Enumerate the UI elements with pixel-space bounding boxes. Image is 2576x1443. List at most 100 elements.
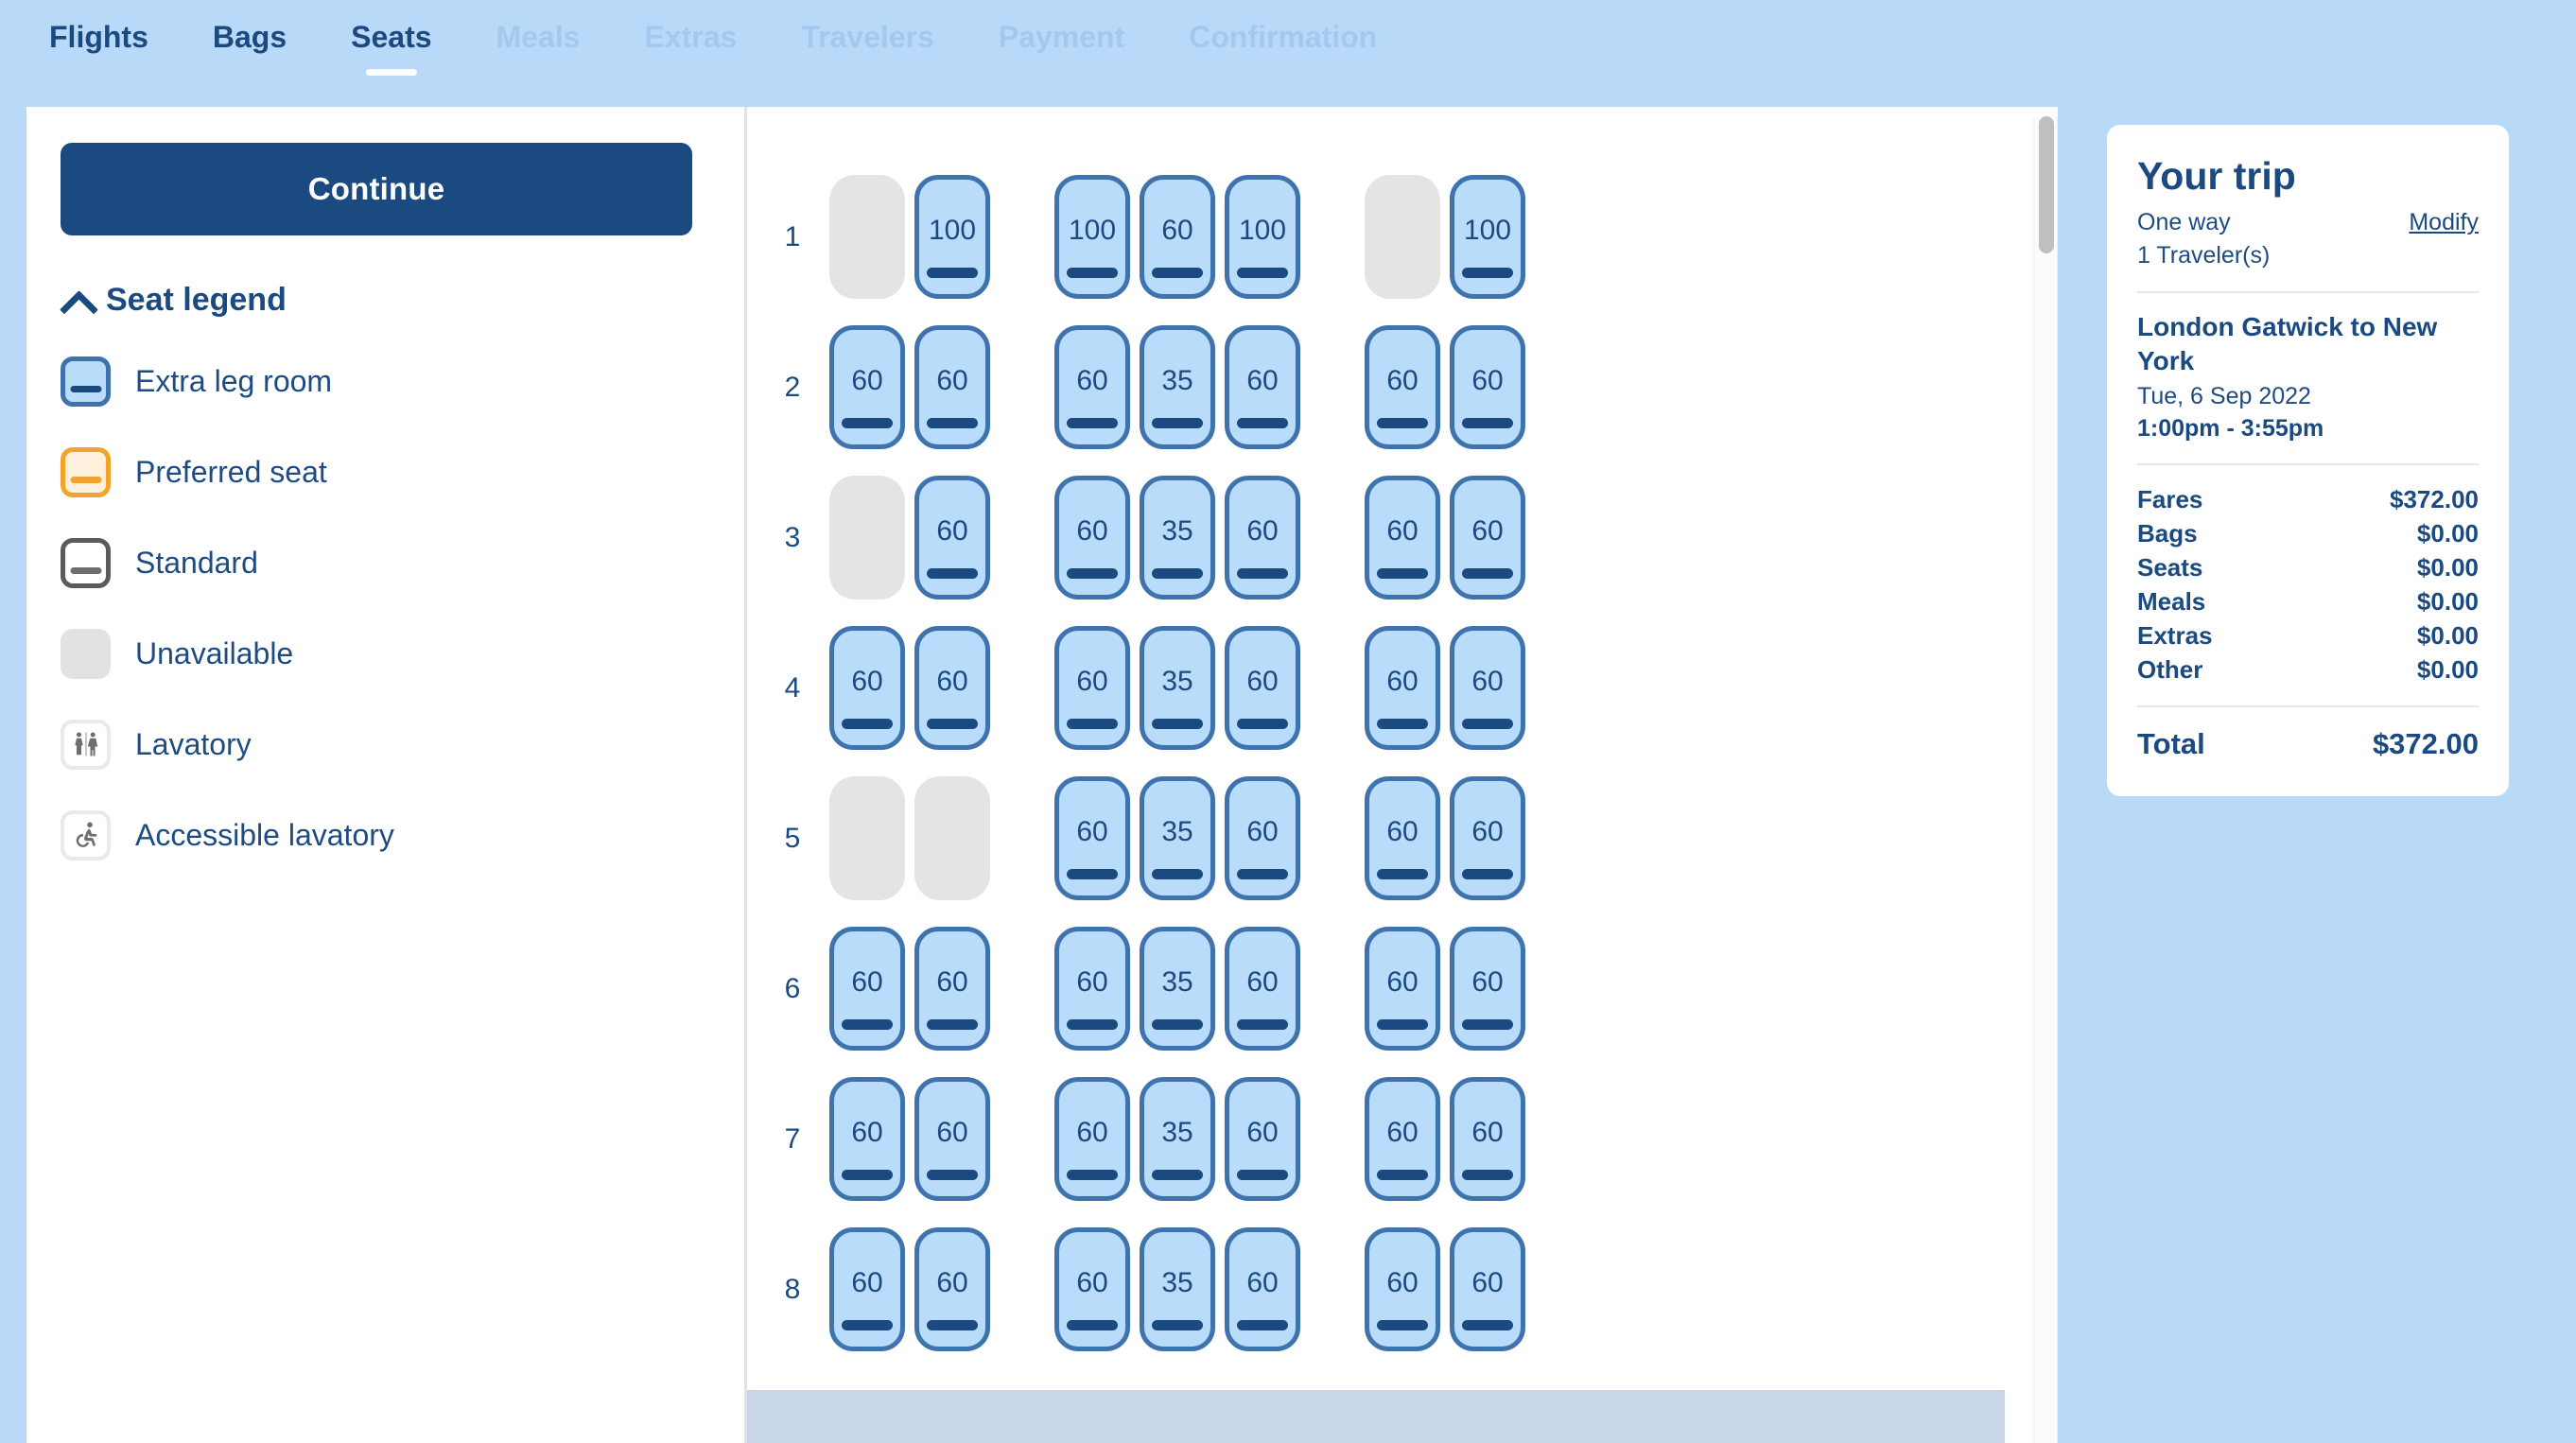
trip-travelers: 1 Traveler(s) — [2137, 242, 2271, 269]
seat-cushion-icon — [927, 1320, 978, 1330]
seat[interactable]: 100 — [1450, 175, 1525, 299]
nav-tab-seats[interactable]: Seats — [319, 17, 463, 81]
seat[interactable]: 100 — [914, 175, 990, 299]
seat-cushion-icon — [1377, 719, 1428, 729]
seat[interactable]: 60 — [1450, 1077, 1525, 1201]
seat[interactable]: 60 — [829, 325, 905, 449]
seatmap-vertical-scrollbar[interactable] — [2033, 116, 2058, 1443]
nav-tab-bags[interactable]: Bags — [181, 17, 319, 81]
seat[interactable]: 60 — [1225, 325, 1300, 449]
seat[interactable]: 35 — [1140, 776, 1215, 900]
seat-legend-toggle[interactable]: Seat legend — [61, 277, 708, 322]
seat[interactable]: 60 — [1365, 1227, 1440, 1351]
seat[interactable]: 60 — [1225, 1077, 1300, 1201]
seat[interactable]: 60 — [914, 1077, 990, 1201]
seat[interactable]: 60 — [1054, 776, 1130, 900]
nav-tab-label: Travelers — [801, 20, 934, 54]
seat[interactable]: 60 — [1225, 626, 1300, 750]
seat-legend-list: Extra leg room Preferred seat Standard Unav… — [61, 336, 708, 880]
seat-cushion-icon — [842, 1170, 893, 1180]
seat[interactable]: 35 — [1140, 927, 1215, 1051]
seat[interactable]: 60 — [1450, 1227, 1525, 1351]
seat-cushion-icon — [1067, 719, 1118, 729]
seat-group-left: 60 — [825, 476, 995, 600]
nav-tab-payment[interactable]: Payment — [966, 17, 1157, 81]
seat-price-label: 60 — [936, 965, 968, 998]
seat[interactable]: 60 — [1450, 776, 1525, 900]
price-label: Meals — [2137, 587, 2206, 616]
seat[interactable]: 60 — [1450, 325, 1525, 449]
seat[interactable]: 60 — [1225, 1227, 1300, 1351]
seat[interactable]: 60 — [1365, 325, 1440, 449]
seat-cushion-icon — [1067, 869, 1118, 879]
seat[interactable]: 60 — [829, 1077, 905, 1201]
price-value: $0.00 — [2416, 621, 2479, 650]
seat[interactable]: 60 — [1054, 1077, 1130, 1201]
seat[interactable]: 60 — [829, 1227, 905, 1351]
seat[interactable]: 60 — [829, 927, 905, 1051]
seat[interactable]: 60 — [829, 626, 905, 750]
seat[interactable]: 60 — [1225, 927, 1300, 1051]
seat-row: 5 60 35 60 60 60 — [747, 763, 2005, 913]
trip-summary-card: Your trip One way Modify 1 Traveler(s) L… — [2107, 125, 2509, 796]
seat-cushion-icon — [1377, 568, 1428, 579]
seat[interactable]: 60 — [914, 626, 990, 750]
seat-group-right: 60 60 — [1360, 1077, 1530, 1201]
seat-price-label: 60 — [1246, 815, 1279, 847]
seat[interactable]: 35 — [1140, 626, 1215, 750]
seat[interactable]: 60 — [1450, 476, 1525, 600]
seat[interactable]: 35 — [1140, 476, 1215, 600]
continue-button[interactable]: Continue — [61, 143, 692, 235]
seat[interactable]: 60 — [1054, 1227, 1130, 1351]
seat[interactable]: 35 — [1140, 1227, 1215, 1351]
seat[interactable]: 60 — [1054, 476, 1130, 600]
seat[interactable]: 60 — [1054, 325, 1130, 449]
seat[interactable]: 35 — [1140, 325, 1215, 449]
seat[interactable]: 60 — [1450, 626, 1525, 750]
seat[interactable]: 60 — [1365, 1077, 1440, 1201]
seat[interactable]: 60 — [1140, 175, 1215, 299]
modify-trip-link[interactable]: Modify — [2409, 206, 2479, 239]
seat[interactable]: 60 — [1225, 476, 1300, 600]
seat-price-label: 60 — [936, 514, 968, 547]
seat-group-middle: 60 35 60 — [1050, 776, 1305, 900]
seat-cushion-icon — [70, 566, 101, 574]
nav-tab-confirmation[interactable]: Confirmation — [1157, 17, 1409, 81]
seat[interactable]: 100 — [1225, 175, 1300, 299]
nav-tab-flights[interactable]: Flights — [17, 17, 181, 81]
seat-cushion-icon — [1152, 568, 1203, 579]
total-label: Total — [2137, 727, 2205, 760]
seat-row: 7 60 60 60 35 60 60 60 — [747, 1064, 2005, 1214]
seat-unavailable — [829, 476, 905, 600]
seat[interactable]: 60 — [1365, 626, 1440, 750]
seat[interactable]: 100 — [1054, 175, 1130, 299]
seat-price-label: 60 — [1076, 965, 1108, 998]
seat[interactable]: 60 — [1365, 927, 1440, 1051]
seat-price-label: 100 — [1238, 214, 1287, 246]
seat[interactable]: 60 — [914, 476, 990, 600]
seatmap-horizontal-scrollbar[interactable] — [747, 1390, 2005, 1443]
seat[interactable]: 60 — [914, 325, 990, 449]
seat[interactable]: 60 — [1054, 626, 1130, 750]
seat-cushion-icon — [1237, 869, 1288, 879]
seat[interactable]: 60 — [914, 1227, 990, 1351]
seat-price-label: 35 — [1161, 1116, 1193, 1148]
seat[interactable]: 60 — [1450, 927, 1525, 1051]
price-breakdown-list: Fares $372.00 Bags $0.00 Seats $0.00 Meals $0.0… — [2137, 482, 2479, 687]
seat[interactable]: 60 — [1225, 776, 1300, 900]
seat[interactable]: 35 — [1140, 1077, 1215, 1201]
seat[interactable]: 60 — [914, 927, 990, 1051]
seat[interactable]: 60 — [1054, 927, 1130, 1051]
seat[interactable]: 60 — [1365, 476, 1440, 600]
seat-group-left: 60 60 — [825, 1077, 995, 1201]
seat-group-right: 60 60 — [1360, 476, 1530, 600]
seat-group-left: 60 60 — [825, 626, 995, 750]
seatmap-vertical-scrollbar-thumb[interactable] — [2039, 116, 2054, 253]
nav-tab-extras[interactable]: Extras — [612, 17, 769, 81]
nav-tab-travelers[interactable]: Travelers — [769, 17, 966, 81]
nav-tab-meals[interactable]: Meals — [464, 17, 613, 81]
seat[interactable]: 60 — [1365, 776, 1440, 900]
seat-cushion-icon — [1377, 418, 1428, 428]
seat-price-label: 60 — [851, 665, 883, 697]
seat-price-label: 60 — [1246, 965, 1279, 998]
